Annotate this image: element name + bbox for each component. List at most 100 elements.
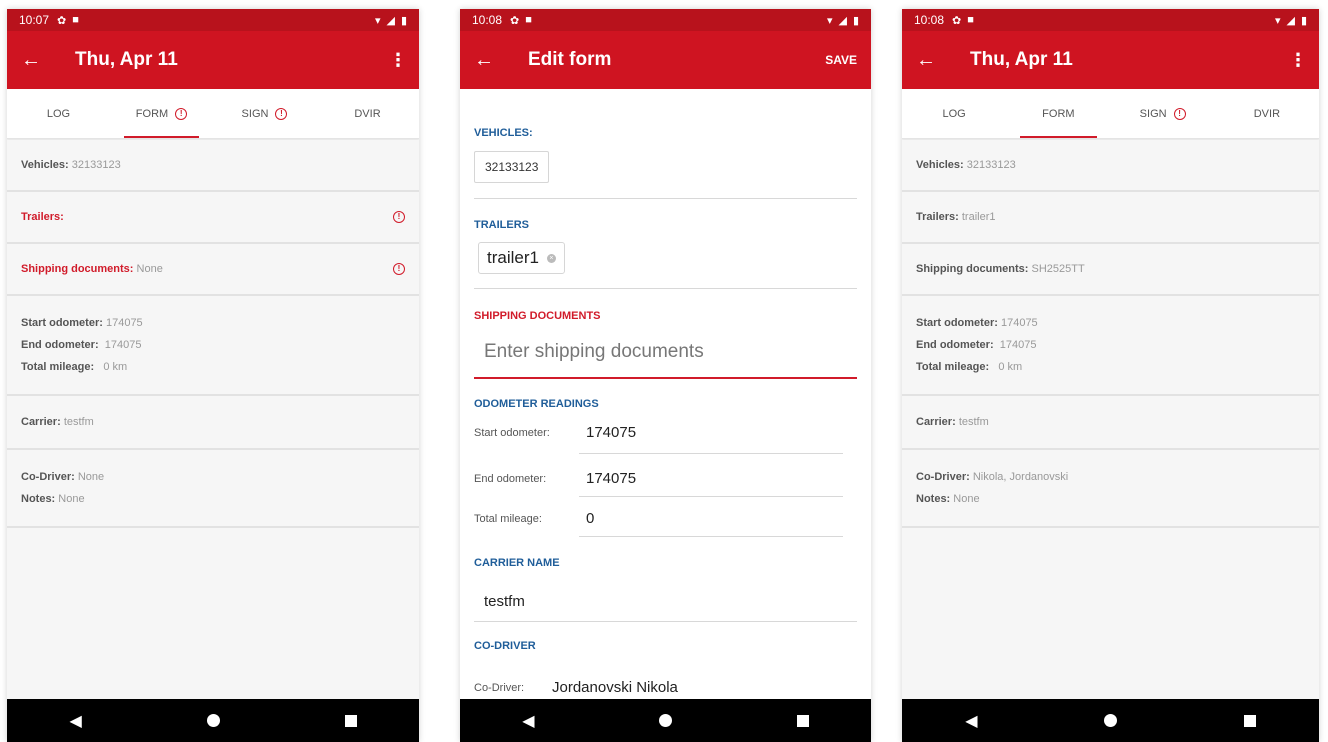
total-mileage-label: Total mileage: — [474, 512, 542, 525]
carrier-row[interactable]: Carrier: testfm — [7, 396, 419, 450]
nav-home-icon[interactable] — [1104, 714, 1118, 727]
nav-back-icon[interactable]: ◀ — [965, 711, 977, 731]
shipping-documents-row[interactable]: Shipping documents: SH2525TT — [902, 244, 1319, 296]
status-bar: 10:08 ✿ ■ ▾ ◢ ▮ — [460, 9, 871, 31]
vehicles-row[interactable]: Vehicles: 32133123 — [7, 140, 419, 192]
nav-home-icon[interactable] — [206, 714, 220, 727]
trailers-header: TRAILERS — [474, 219, 529, 231]
nav-home-icon[interactable] — [659, 714, 673, 727]
end-odometer-label: End odometer: — [21, 339, 99, 351]
codriver-row: Co-Driver: Jordanovski Nikola — [474, 679, 857, 696]
error-icon: ! — [393, 263, 405, 275]
wifi-icon: ▾ — [374, 14, 381, 27]
signal-icon: ◢ — [386, 14, 395, 27]
page-title: Thu, Apr 11 — [970, 49, 1073, 70]
vehicle-chip[interactable]: 32133123 — [474, 151, 550, 183]
tab-form[interactable]: FORM — [1006, 89, 1110, 138]
shipping-label: Shipping documents: — [916, 263, 1029, 275]
tab-sign[interactable]: SIGN! — [1111, 89, 1215, 138]
phone-screen-form-errors: 10:07 ✿ ■ ▾ ◢ ▮ ← Thu, Apr 11 ⋮ LOG FORM! … — [7, 9, 419, 742]
shipping-documents-row[interactable]: Shipping documents: None ! — [7, 244, 419, 296]
form-summary: Vehicles: 32133123 Trailers: ! Shipping … — [7, 140, 419, 528]
more-vert-icon[interactable]: ⋮ — [389, 50, 407, 71]
back-arrow-icon[interactable]: ← — [21, 49, 61, 72]
divider — [579, 536, 843, 537]
signal-icon: ◢ — [838, 14, 847, 27]
codriver-header: CO-DRIVER — [474, 640, 536, 652]
nav-back-icon[interactable]: ◀ — [522, 711, 534, 731]
back-arrow-icon[interactable]: ← — [474, 49, 514, 72]
tab-label: SIGN — [241, 107, 269, 120]
nav-recents-icon[interactable] — [344, 714, 357, 727]
start-odometer-value: 174075 — [1000, 317, 1038, 329]
tab-log[interactable]: LOG — [902, 89, 1006, 138]
carrier-name-header: CARRIER NAME — [474, 557, 560, 569]
divider — [474, 621, 857, 622]
sd-card-icon: ■ — [967, 14, 974, 26]
nav-back-icon[interactable]: ◀ — [69, 711, 81, 731]
trailers-row[interactable]: Trailers: ! — [7, 192, 419, 244]
divider — [474, 198, 857, 199]
tab-form[interactable]: FORM! — [110, 89, 213, 138]
carrier-name-input[interactable]: testfm — [484, 593, 525, 610]
tab-dvir[interactable]: DVIR — [1215, 89, 1319, 138]
codriver-label: Co-Driver: — [474, 681, 525, 694]
end-odometer-row: End odometer: 174075 — [474, 470, 857, 487]
tab-label: SIGN — [1139, 107, 1167, 120]
tab-sign[interactable]: SIGN! — [213, 89, 316, 138]
vehicles-label: Vehicles: — [21, 159, 69, 171]
codriver-value: None — [77, 471, 105, 483]
end-odometer-input[interactable]: 174075 — [586, 470, 636, 487]
total-mileage-value: 0 km — [103, 361, 128, 373]
edit-form: VEHICLES: 32133123 TRAILERS trailer1 × SH… — [474, 89, 857, 699]
app-bar: ← Edit form SAVE — [460, 31, 871, 89]
status-time: 10:08 — [472, 13, 503, 27]
notes-value: None — [953, 493, 980, 505]
nav-recents-icon[interactable] — [1243, 714, 1256, 727]
odometer-header: ODOMETER READINGS — [474, 398, 599, 410]
codriver-label: Co-Driver: — [21, 471, 75, 483]
codriver-section[interactable]: Co-Driver: Nikola, Jordanovski Notes: No… — [902, 450, 1319, 528]
end-odometer-label: End odometer: — [474, 472, 547, 485]
trailer-chip-label: trailer1 — [487, 248, 539, 267]
status-time: 10:08 — [914, 13, 945, 27]
notes-value: None — [58, 493, 85, 505]
carrier-label: Carrier: — [916, 416, 956, 428]
start-odometer-label: Start odometer: — [474, 426, 550, 439]
notes-label: Notes: — [916, 493, 951, 505]
vehicles-header: VEHICLES: — [474, 127, 533, 139]
start-odometer-label: Start odometer: — [916, 317, 998, 329]
alert-icon: ! — [275, 107, 288, 120]
nav-recents-icon[interactable] — [796, 714, 809, 727]
odometer-section[interactable]: Start odometer: 174075 End odometer: 174… — [7, 296, 419, 396]
codriver-input[interactable]: Jordanovski Nikola — [552, 679, 678, 696]
vehicles-field[interactable]: 32133123 — [474, 151, 550, 183]
notes-label: Notes: — [21, 493, 56, 505]
alert-icon: ! — [1173, 107, 1186, 120]
input-underline-error — [474, 377, 857, 379]
system-nav-bar: ◀ — [7, 699, 419, 742]
start-odometer-input[interactable]: 174075 — [586, 424, 636, 441]
more-vert-icon[interactable]: ⋮ — [1289, 50, 1307, 71]
settings-icon: ✿ — [57, 14, 67, 27]
remove-chip-icon[interactable]: × — [546, 253, 556, 263]
tab-dvir[interactable]: DVIR — [316, 89, 419, 138]
codriver-section[interactable]: Co-Driver: None Notes: None — [7, 450, 419, 528]
trailer-chip[interactable]: trailer1 × — [478, 242, 565, 274]
total-mileage-row: Total mileage: 0 — [474, 510, 857, 527]
shipping-documents-input[interactable]: Enter shipping documents — [484, 341, 704, 363]
carrier-value: testfm — [63, 416, 94, 428]
app-bar: ← Thu, Apr 11 ⋮ — [7, 31, 419, 89]
vehicles-row[interactable]: Vehicles: 32133123 — [902, 140, 1319, 192]
back-arrow-icon[interactable]: ← — [916, 49, 956, 72]
phone-screen-form-completed: 10:08 ✿ ■ ▾ ◢ ▮ ← Thu, Apr 11 ⋮ LOG FORM S… — [902, 9, 1319, 742]
vehicles-value: 32133123 — [71, 159, 121, 171]
tab-label: LOG — [46, 107, 71, 120]
save-button[interactable]: SAVE — [825, 53, 857, 67]
trailers-field[interactable]: trailer1 × — [478, 242, 565, 274]
trailers-row[interactable]: Trailers: trailer1 — [902, 192, 1319, 244]
carrier-row[interactable]: Carrier: testfm — [902, 396, 1319, 450]
system-nav-bar: ◀ — [902, 699, 1319, 742]
odometer-section[interactable]: Start odometer: 174075 End odometer: 174… — [902, 296, 1319, 396]
tab-log[interactable]: LOG — [7, 89, 110, 138]
